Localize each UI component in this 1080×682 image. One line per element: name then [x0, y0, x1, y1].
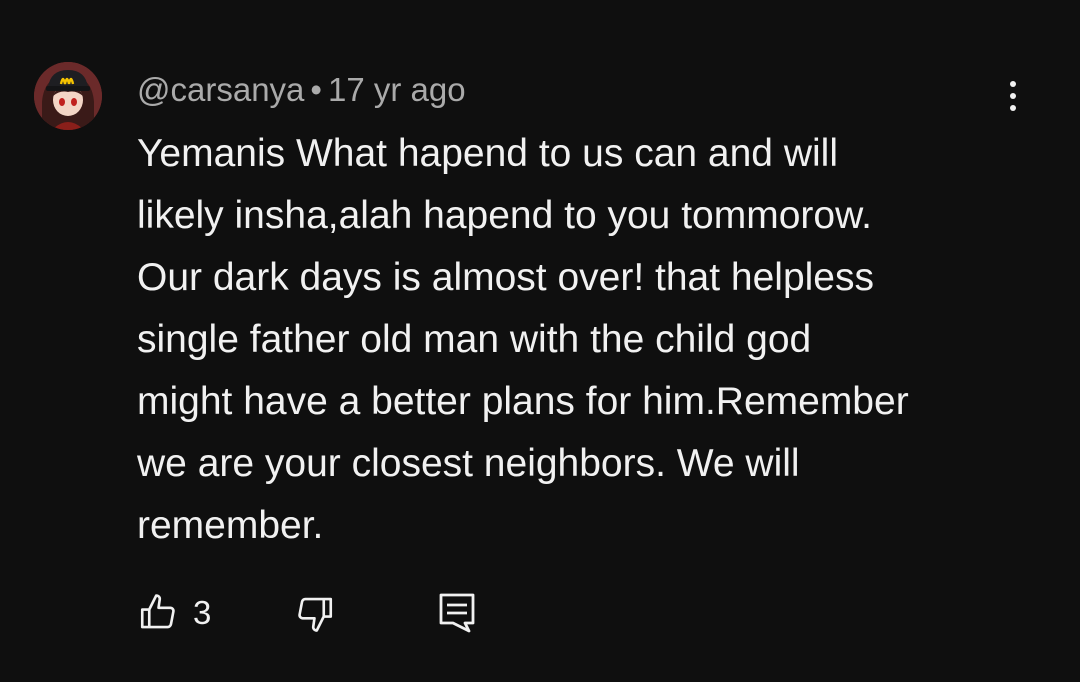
comment-timestamp[interactable]: 17 yr ago: [328, 71, 466, 108]
like-count: 3: [193, 594, 212, 631]
author-handle[interactable]: @carsanya: [137, 71, 304, 108]
comment-line: Yemanis What hapend to us can and will: [137, 132, 838, 175]
comment-line: remember.: [137, 504, 324, 547]
comment-body: Yemanis What hapend to us can and will l…: [137, 123, 1037, 557]
comment-line: might have a better plans for him.Rememb…: [137, 380, 909, 423]
thumbs-up-icon: [140, 594, 175, 629]
vertical-ellipsis-icon: [1010, 81, 1016, 87]
comment-line: we are your closest neighbors. We will: [137, 442, 800, 485]
thumbs-down-icon: [298, 597, 333, 632]
comment-thread: @carsanya • 17 yr ago Yemanis What hapend …: [0, 0, 1080, 682]
avatar-image: [34, 62, 102, 130]
avatar[interactable]: [34, 62, 102, 130]
vertical-ellipsis-icon-dot: [1010, 93, 1016, 99]
reply-button[interactable]: [437, 590, 477, 636]
vertical-ellipsis-icon-dot: [1010, 105, 1016, 111]
comment-header: @carsanya • 17 yr ago: [137, 70, 466, 110]
comment-line: single father old man with the child god: [137, 318, 812, 361]
comment-line: likely insha,alah hapend to you tommorow…: [137, 194, 872, 237]
reply-comment-icon: [439, 593, 475, 633]
dislike-button[interactable]: [294, 590, 336, 636]
comment-line: Our dark days is almost over! that helpl…: [137, 256, 874, 299]
like-button[interactable]: 3: [137, 590, 211, 636]
more-options-button[interactable]: [996, 74, 1030, 118]
meta-separator: •: [310, 71, 322, 108]
